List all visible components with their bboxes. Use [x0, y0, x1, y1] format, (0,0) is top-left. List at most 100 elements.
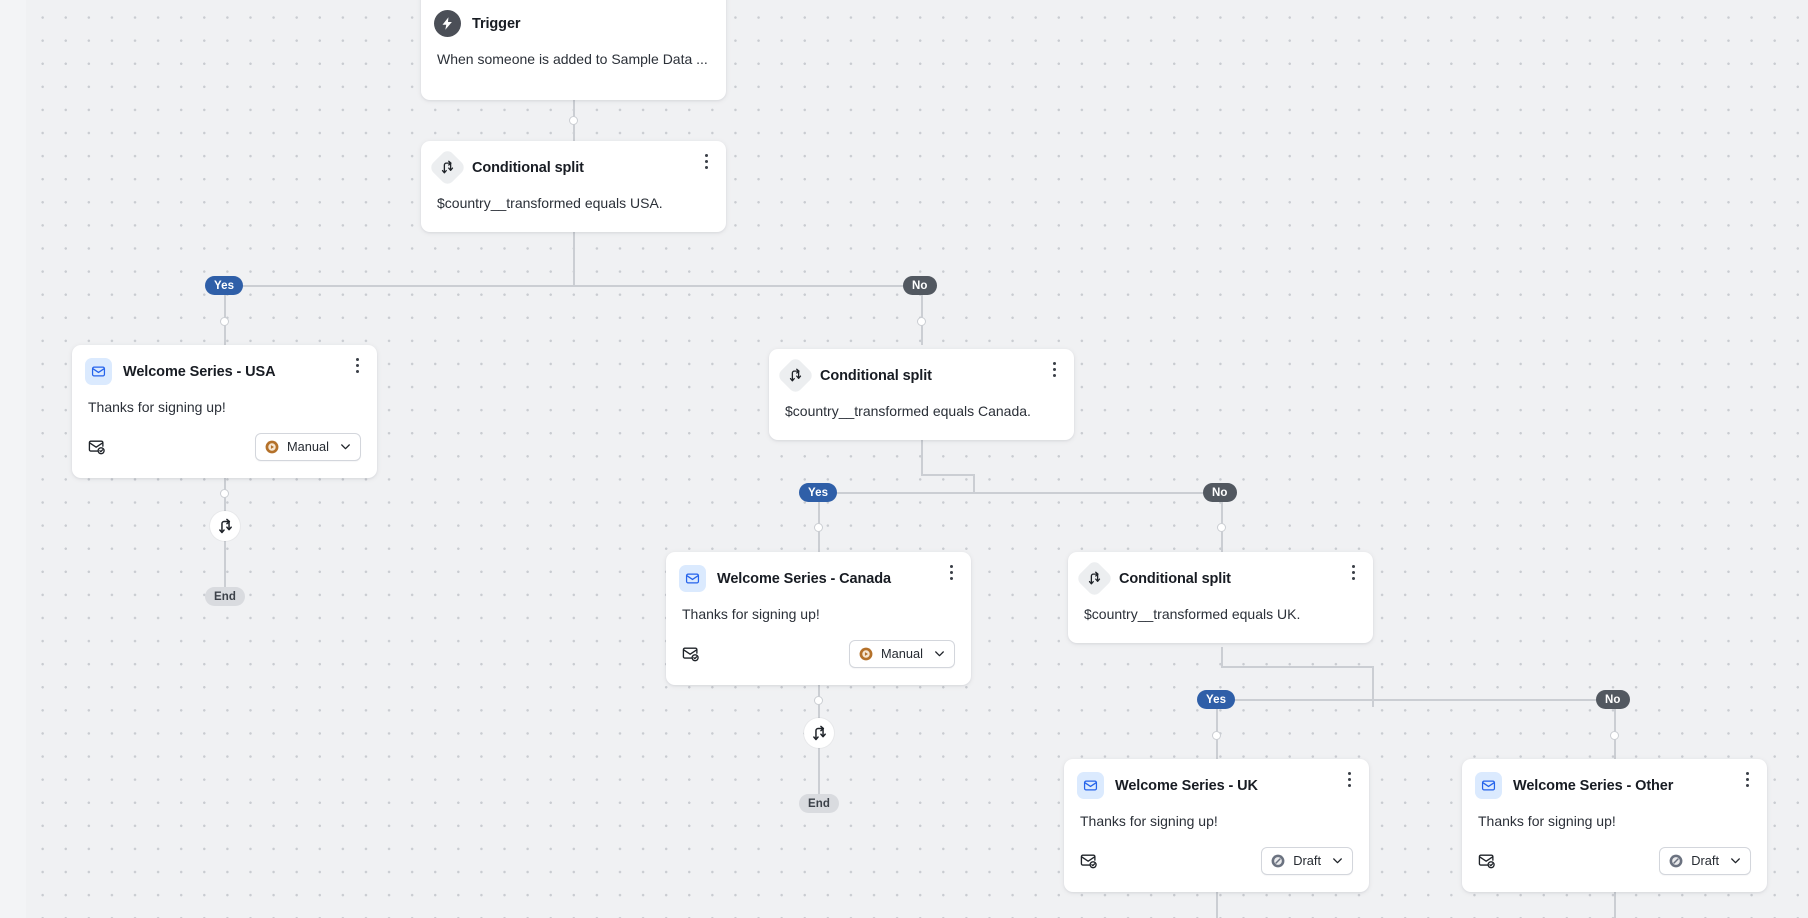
- email-other-footer: Draft: [1462, 831, 1767, 890]
- trigger-card-title: Trigger: [472, 15, 521, 32]
- edge-joint: [1217, 523, 1226, 532]
- email-usa-status-select[interactable]: Manual: [255, 432, 361, 461]
- conditional-split-icon: [1075, 559, 1114, 598]
- email-other-title: Welcome Series - Other: [1513, 777, 1674, 794]
- conditional-split-icon: [218, 518, 232, 533]
- email-icon: [679, 565, 706, 592]
- end-node-usa: End: [205, 587, 246, 606]
- email-usa-body: Thanks for signing up!: [88, 399, 226, 415]
- edge-joint: [569, 116, 578, 125]
- email-canada-status-select[interactable]: Manual: [849, 639, 955, 668]
- edge-label-usa-no[interactable]: No: [903, 276, 937, 295]
- chevron-down-icon[interactable]: [1331, 854, 1344, 867]
- edge-split-canada-shift-v: [973, 474, 975, 493]
- edge-joint: [917, 317, 926, 326]
- email-canada-title: Welcome Series - Canada: [717, 570, 891, 587]
- email-usa-card[interactable]: Welcome Series - USA Thanks for signing …: [72, 345, 377, 478]
- kebab-menu-icon[interactable]: [1738, 769, 1756, 789]
- kebab-menu-icon[interactable]: [1340, 769, 1358, 789]
- edge-label-uk-yes[interactable]: Yes: [1197, 690, 1236, 709]
- edge-other-email-down: [1614, 891, 1616, 918]
- email-check-icon: [1080, 852, 1097, 869]
- email-icon: [1077, 772, 1104, 799]
- canvas-left-gutter: [0, 0, 26, 918]
- edge-split-canada-shift: [921, 474, 974, 476]
- kebab-menu-icon[interactable]: [348, 355, 366, 375]
- edge-joint: [814, 696, 823, 705]
- email-uk-title: Welcome Series - UK: [1115, 777, 1258, 794]
- edge-split-canada-bar: [819, 492, 1222, 494]
- edge-split-uk-bar: [1216, 699, 1616, 701]
- split-usa-title: Conditional split: [472, 159, 584, 176]
- email-usa-header: Welcome Series - USA: [72, 345, 377, 385]
- kebab-menu-icon[interactable]: [1045, 359, 1063, 379]
- email-uk-header: Welcome Series - UK: [1064, 759, 1369, 799]
- add-step-node-canada[interactable]: [804, 718, 834, 748]
- split-uk-header: Conditional split: [1068, 552, 1373, 598]
- trigger-card[interactable]: Trigger When someone is added to Sample …: [421, 0, 726, 100]
- email-check-icon: [88, 438, 105, 455]
- split-canada-header: Conditional split: [769, 349, 1074, 395]
- email-other-header: Welcome Series - Other: [1462, 759, 1767, 799]
- draft-status-icon: [1669, 854, 1683, 867]
- chevron-down-icon[interactable]: [933, 647, 946, 660]
- edge-split-uk-shift-v: [1372, 666, 1374, 707]
- email-usa-footer: Manual: [72, 417, 377, 476]
- kebab-menu-icon[interactable]: [1344, 562, 1362, 582]
- split-usa-header: Conditional split: [421, 141, 726, 187]
- email-check-icon: [1478, 852, 1495, 869]
- email-other-body: Thanks for signing up!: [1478, 813, 1616, 829]
- edge-split-usa-stem: [573, 232, 575, 286]
- email-canada-body: Thanks for signing up!: [682, 606, 820, 622]
- edge-label-canada-no[interactable]: No: [1203, 483, 1237, 502]
- edge-joint: [1610, 731, 1619, 740]
- conditional-split-icon: [776, 356, 815, 395]
- edge-joint: [814, 523, 823, 532]
- email-uk-body: Thanks for signing up!: [1080, 813, 1218, 829]
- draft-status-icon: [1271, 854, 1285, 867]
- edge-joint: [220, 489, 229, 498]
- email-canada-footer: Manual: [666, 624, 971, 683]
- email-usa-title: Welcome Series - USA: [123, 363, 276, 380]
- conditional-split-uk-card[interactable]: Conditional split $country__transformed …: [1068, 552, 1373, 643]
- edge-joint: [220, 317, 229, 326]
- edge-label-canada-yes[interactable]: Yes: [799, 483, 838, 502]
- chevron-down-icon[interactable]: [339, 440, 352, 453]
- trigger-card-body: When someone is added to Sample Data ...: [437, 51, 708, 67]
- edge-label-usa-yes[interactable]: Yes: [205, 276, 244, 295]
- edge-split-canada-stem: [921, 440, 923, 475]
- email-canada-header: Welcome Series - Canada: [666, 552, 971, 592]
- split-canada-title: Conditional split: [820, 367, 932, 384]
- manual-status-icon: [859, 647, 873, 660]
- email-other-status-label: Draft: [1691, 853, 1719, 868]
- workflow-canvas[interactable]: Yes No Yes No Yes No End End Trigger Whe…: [0, 0, 1808, 918]
- edge-split-usa-bar: [225, 285, 922, 287]
- lightning-bolt-icon: [434, 10, 461, 37]
- split-uk-title: Conditional split: [1119, 570, 1231, 587]
- split-canada-body: $country__transformed equals Canada.: [785, 403, 1031, 419]
- chevron-down-icon[interactable]: [1729, 854, 1742, 867]
- manual-status-icon: [265, 440, 279, 453]
- email-other-card[interactable]: Welcome Series - Other Thanks for signin…: [1462, 759, 1767, 892]
- email-uk-footer: Draft: [1064, 831, 1369, 890]
- conditional-split-icon: [812, 725, 826, 740]
- email-usa-status-label: Manual: [287, 439, 329, 454]
- email-canada-card[interactable]: Welcome Series - Canada Thanks for signi…: [666, 552, 971, 685]
- email-other-status-select[interactable]: Draft: [1659, 846, 1751, 875]
- email-uk-status-label: Draft: [1293, 853, 1321, 868]
- conditional-split-usa-card[interactable]: Conditional split $country__transformed …: [421, 141, 726, 232]
- email-uk-card[interactable]: Welcome Series - UK Thanks for signing u…: [1064, 759, 1369, 892]
- kebab-menu-icon[interactable]: [697, 151, 715, 171]
- edge-uk-email-down: [1216, 891, 1218, 918]
- kebab-menu-icon[interactable]: [942, 562, 960, 582]
- edge-joint: [1212, 731, 1221, 740]
- add-step-node-usa[interactable]: [210, 511, 240, 541]
- email-icon: [85, 358, 112, 385]
- email-icon: [1475, 772, 1502, 799]
- trigger-card-header: Trigger: [421, 0, 726, 37]
- end-node-canada: End: [799, 794, 840, 813]
- email-uk-status-select[interactable]: Draft: [1261, 846, 1353, 875]
- conditional-split-canada-card[interactable]: Conditional split $country__transformed …: [769, 349, 1074, 440]
- edge-label-uk-no[interactable]: No: [1596, 690, 1630, 709]
- conditional-split-icon: [428, 148, 467, 187]
